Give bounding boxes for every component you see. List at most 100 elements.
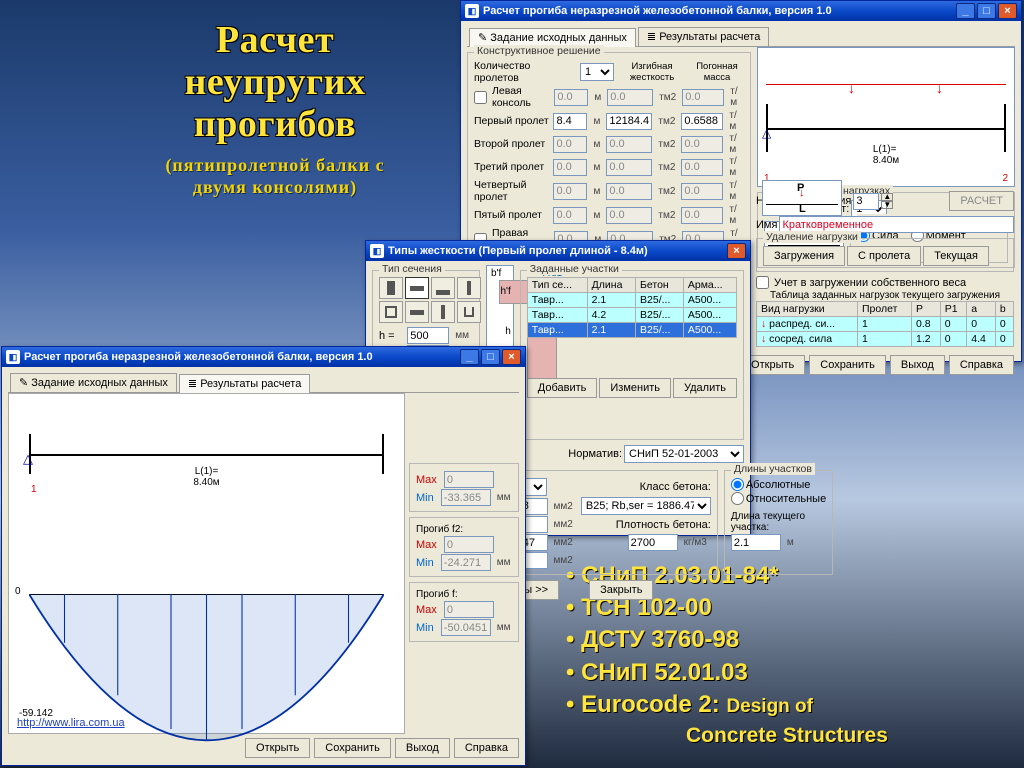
label-deflection2: Прогиб f:: [416, 589, 512, 600]
col-mass: Погонная масса: [690, 61, 744, 83]
btn-edit[interactable]: Изменить: [599, 378, 671, 398]
span-label: Первый пролет: [474, 115, 551, 127]
group-label: Конструктивное решение: [474, 45, 604, 57]
section-tee2-icon[interactable]: [405, 301, 429, 323]
btn-close[interactable]: Закрыть: [589, 580, 653, 600]
span-mass-input[interactable]: [681, 136, 723, 153]
scheme-PL: P ↓ L: [762, 180, 842, 216]
section-icons: [379, 277, 473, 323]
spinner-down[interactable]: ▼: [881, 201, 893, 209]
span-length-input[interactable]: [553, 207, 587, 224]
segments-table[interactable]: Тип се...ДлинаБетонАрма... Тавр...2.1B25…: [527, 277, 737, 338]
minimize-button[interactable]: _: [460, 349, 479, 365]
span-length-input[interactable]: [553, 159, 587, 176]
current-segment-input[interactable]: [731, 534, 781, 551]
loadcase-num-input[interactable]: [853, 193, 879, 210]
f-max-input: [444, 601, 494, 618]
radio-relative[interactable]: [731, 492, 744, 505]
span-mass-input[interactable]: [681, 183, 723, 200]
span-mass-input[interactable]: [681, 113, 723, 130]
label-relative: Относительные: [746, 493, 826, 505]
span-stiffness-input[interactable]: [606, 183, 652, 200]
help-button[interactable]: Справка: [454, 738, 519, 758]
f-min-input: [441, 619, 491, 636]
label-span-count: Количество пролетов: [474, 60, 578, 84]
calc-button[interactable]: РАСЧЕТ: [949, 191, 1014, 211]
titlebar[interactable]: ◧ Расчет прогиба неразрезной железобетон…: [461, 1, 1021, 21]
span-count-select[interactable]: 1: [580, 63, 614, 81]
span-length-input[interactable]: [553, 136, 587, 153]
tab-input[interactable]: ✎ Задание исходных данных: [10, 373, 177, 392]
console-checkbox[interactable]: [474, 91, 487, 104]
titlebar[interactable]: ◧ Расчет прогиба неразрезной железобетон…: [2, 347, 525, 367]
span-stiffness-input[interactable]: [606, 113, 652, 130]
exit-button[interactable]: Выход: [890, 355, 945, 375]
span-stiffness-input[interactable]: [606, 136, 652, 153]
span-stiffness-input[interactable]: [607, 89, 653, 106]
selfweight-checkbox[interactable]: [756, 276, 769, 289]
btn-from-span[interactable]: С пролета: [847, 246, 921, 266]
span-label: Пятый пролет: [474, 209, 551, 221]
btn-loadcases[interactable]: Загружения: [763, 246, 845, 266]
load-table[interactable]: Вид нагрузкиПролетPP1ab ↓ распред. си...…: [756, 301, 1014, 347]
tab-results[interactable]: ≣ Результаты расчета: [179, 374, 310, 393]
label-current-segment: Длина текущего участка:: [731, 511, 826, 533]
save-button[interactable]: Сохранить: [809, 355, 886, 375]
close-button[interactable]: ×: [502, 349, 521, 365]
span-mass-input[interactable]: [681, 159, 723, 176]
load-table-header: Таблица заданных нагрузок текущего загру…: [756, 290, 1014, 301]
label-code: Норматив:: [568, 448, 622, 460]
section-tee-up-icon[interactable]: [431, 277, 455, 299]
span-mass-input[interactable]: [682, 89, 724, 106]
btn-delete[interactable]: Удалить: [673, 378, 737, 398]
span-length-input[interactable]: [554, 89, 588, 106]
m-max-input: [444, 471, 494, 488]
span-length-input[interactable]: [553, 113, 587, 130]
density-input[interactable]: [628, 534, 678, 551]
window-title: Типы жесткости (Первый пролет длиной - 8…: [388, 245, 648, 257]
table-row: ↓ распред. си...10.8000: [757, 317, 1014, 332]
section-i2-icon[interactable]: [431, 301, 455, 323]
span-length-input[interactable]: [553, 183, 587, 200]
help-button[interactable]: Справка: [949, 355, 1014, 375]
deflection-graph: △ L(1)=8.40м 1 0 -59.142 ht: [8, 393, 405, 734]
minimize-button[interactable]: _: [956, 3, 975, 19]
table-row: Тавр...4.2B25/...A500...: [527, 308, 736, 323]
span-stiffness-input[interactable]: [606, 207, 652, 224]
window-title: Расчет прогиба неразрезной железобетонно…: [24, 351, 373, 363]
tabs: ✎ Задание исходных данных ≣ Результаты р…: [467, 25, 1015, 47]
m-min-input: [441, 489, 491, 506]
span-label: Четвертый пролет: [474, 179, 551, 203]
f2-max-input: [444, 536, 494, 553]
dim-h-input[interactable]: [407, 327, 449, 344]
results-window: ◧ Расчет прогиба неразрезной железобетон…: [1, 346, 526, 766]
tab-results[interactable]: ≣ Результаты расчета: [638, 27, 769, 46]
col-stiffness: Изгибная жесткость: [616, 61, 688, 83]
span-mass-input[interactable]: [681, 207, 723, 224]
close-button[interactable]: ×: [998, 3, 1017, 19]
website-link[interactable]: http://www.lira.com.ua: [17, 717, 125, 729]
page-heading: Расчетнеупругихпрогибов (пятипролетной б…: [90, 20, 460, 199]
maximize-button[interactable]: □: [481, 349, 500, 365]
section-ibeam-icon[interactable]: [457, 277, 481, 299]
code-select[interactable]: СНиП 52-01-2003: [624, 445, 744, 463]
label-name: Имя: [756, 219, 777, 231]
maximize-button[interactable]: □: [977, 3, 996, 19]
concrete-class-select[interactable]: B25; Rb,ser = 1886.47т/...: [581, 497, 711, 515]
section-box-icon[interactable]: [379, 301, 403, 323]
btn-current[interactable]: Текущая: [923, 246, 989, 266]
radio-absolute[interactable]: [731, 478, 744, 491]
span-stiffness-input[interactable]: [606, 159, 652, 176]
section-u-icon[interactable]: [457, 301, 481, 323]
section-rectangle-icon[interactable]: [379, 277, 403, 299]
group-label: Заданные участки: [527, 263, 622, 275]
app-icon: ◧: [370, 244, 384, 258]
btn-add[interactable]: Добавить: [527, 378, 598, 398]
window-title: Расчет прогиба неразрезной железобетонно…: [483, 5, 832, 17]
section-tee-down-icon[interactable]: [405, 277, 429, 299]
titlebar[interactable]: ◧ Типы жесткости (Первый пролет длиной -…: [366, 241, 750, 261]
exit-button[interactable]: Выход: [395, 738, 450, 758]
label-density: Плотность бетона:: [616, 519, 711, 531]
close-button[interactable]: ×: [727, 243, 746, 259]
group-segments: Заданные участки Тип се...ДлинаБетонАрма…: [520, 270, 744, 440]
